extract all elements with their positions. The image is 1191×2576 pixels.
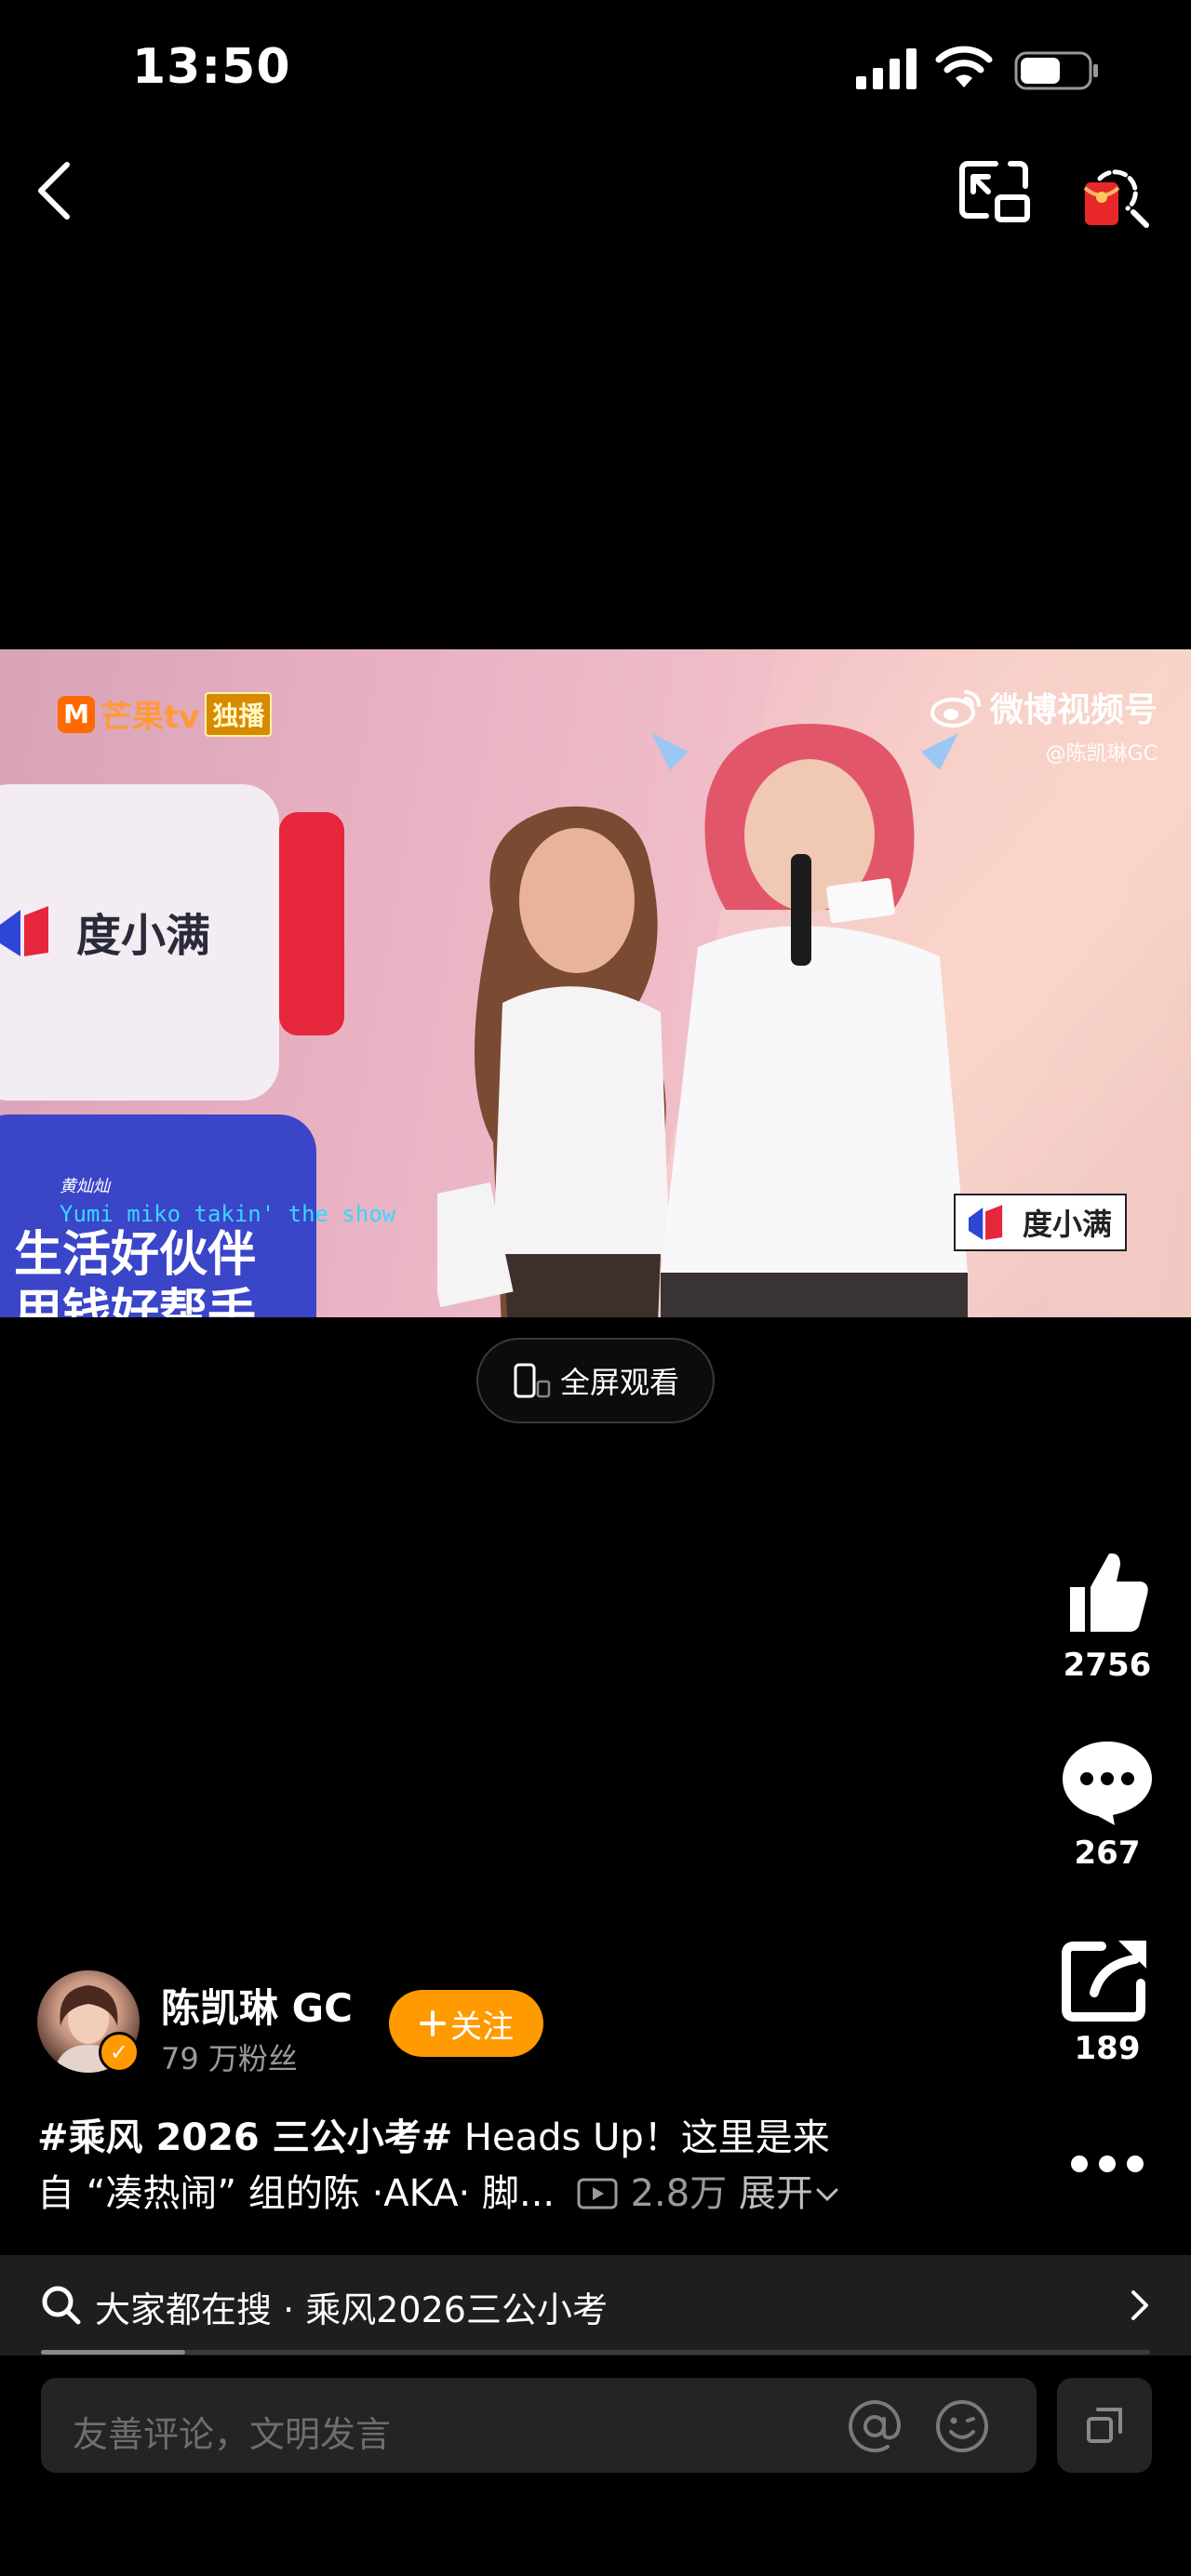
fullscreen-button[interactable]: 全屏观看 [476,1338,715,1423]
chevron-left-icon[interactable] [28,153,84,228]
chevron-down-icon [816,2188,838,2202]
caption-text: Heads Up！这里是来 [452,2116,830,2159]
author-name[interactable]: 陈凯琳 GC [161,1977,353,2034]
expand-comments-button[interactable] [1057,2378,1152,2473]
rotate-phone-icon [514,1363,551,1398]
more-options-icon[interactable] [1068,2147,1146,2181]
red-envelope-search-icon[interactable] [1079,156,1154,231]
signal-icon [856,48,917,89]
comment-placeholder: 友善评论，文明发言 [73,2414,392,2455]
emoji-icon[interactable] [934,2398,990,2454]
video-caption[interactable]: #乘风 2026 三公小考# Heads Up！这里是来 自 “凑热闹” 组的陈… [37,2110,1024,2222]
share-button[interactable]: 189 [1051,1933,1163,2067]
like-button[interactable]: 2756 [1051,1546,1163,1684]
comment-input[interactable]: 友善评论，文明发言 [41,2378,1037,2473]
author-fans: 79 万粉丝 [161,2041,298,2076]
mango-tv-logo: M 芒果tv 独播 [58,691,273,737]
chevron-right-icon [1131,2290,1148,2320]
video-progress-bar[interactable] [41,2350,1150,2355]
plus-icon [420,2010,446,2036]
battery-icon [1014,51,1098,90]
sponsor-mark-icon [0,906,48,956]
follow-button[interactable]: 关注 [389,1990,543,2057]
mango-tv-logo-icon: M [58,695,95,733]
like-count: 2756 [1063,1647,1152,1684]
caption-text-line2: 自 “凑热闹” 组的陈 ·AKA· 脚... [37,2172,555,2215]
comment-count: 267 [1074,1835,1141,1872]
status-bar: 13:50 [0,0,1191,140]
thumbs-up-icon [1070,1553,1148,1632]
sponsor-mark-icon [969,1205,1003,1240]
share-icon [1062,1941,1146,2022]
video-player[interactable]: 度小满 生活好伙伴 用钱好帮手 M 芒果tv 独播 微博视频号 @陈凯琳GC 度… [0,649,1191,1317]
play-count: 2.8万 [630,2172,728,2215]
wifi-icon [935,46,993,87]
sponsor-logo-right: 度小满 [954,1194,1128,1251]
search-icon [42,2286,81,2325]
subtitle-singer: 黄灿灿 [60,1177,110,1196]
backdrop-panel-red [279,812,344,1035]
verified-badge-icon: ✓ [99,2032,140,2073]
picture-in-picture-icon[interactable] [958,158,1033,225]
performer-right [651,724,968,1317]
comment-button[interactable]: 267 [1051,1738,1163,1872]
weibo-icon [930,690,981,727]
mention-icon[interactable] [847,2398,903,2454]
expand-icon [1087,2408,1122,2443]
sponsor-logo-left: 度小满 [0,899,210,964]
trending-search-text: 大家都在搜 · 乘风2026三公小考 [95,2289,608,2330]
comment-bubble-icon [1063,1742,1152,1825]
subtitle-lyric: Yumi miko takin' the show [60,1201,396,1227]
sponsor-slogan: 生活好伙伴 用钱好帮手 [14,1227,257,1317]
weibo-watermark: 微博视频号 @陈凯琳GC [930,683,1158,767]
share-count: 189 [1074,2030,1141,2067]
play-count-icon [577,2178,618,2209]
sponsor-name: 度小满 [76,910,211,962]
video-progress-fill [41,2350,185,2355]
trending-search-bar[interactable]: 大家都在搜 · 乘风2026三公小考 [0,2255,1191,2356]
caption-hashtag[interactable]: #乘风 2026 三公小考# [37,2116,452,2159]
status-time: 13:50 [132,39,291,95]
expand-caption-button[interactable]: 展开 [739,2172,839,2215]
